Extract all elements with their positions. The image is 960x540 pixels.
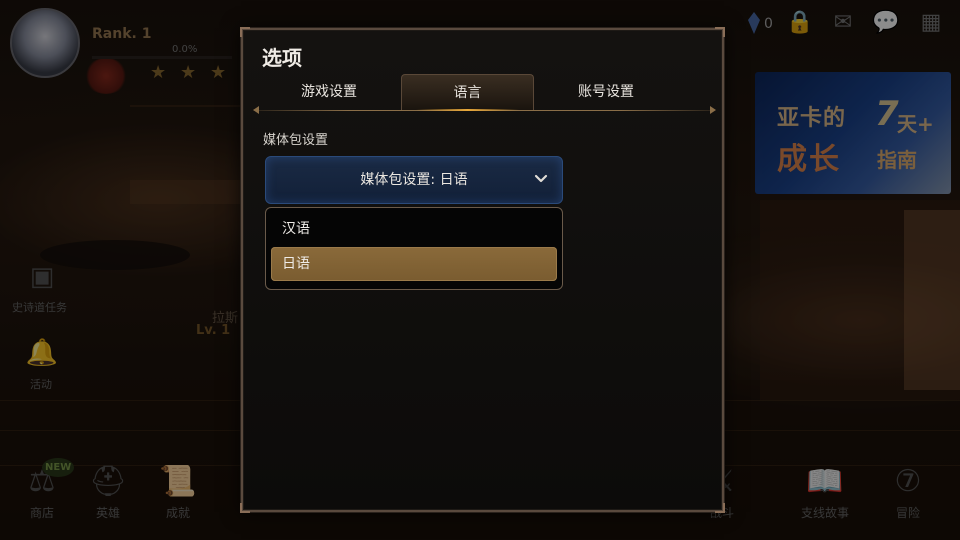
chevron-down-icon	[534, 174, 548, 183]
tab-account-settings[interactable]: 账号设置	[534, 74, 678, 110]
media-pack-dropdown[interactable]: 媒体包设置: 日语	[265, 156, 563, 204]
tab-language[interactable]: 语言	[401, 74, 534, 111]
modal-title: 选项	[262, 46, 302, 70]
media-pack-options-list: 汉语 日语	[265, 207, 563, 290]
media-pack-section-label: 媒体包设置	[263, 133, 329, 148]
dropdown-value: 媒体包设置: 日语	[360, 172, 468, 188]
frame-corner	[715, 503, 725, 513]
tab-game-settings[interactable]: 游戏设置	[257, 74, 401, 110]
frame-corner	[240, 27, 250, 37]
option-chinese[interactable]: 汉语	[271, 212, 557, 246]
divider-ornament	[710, 106, 716, 114]
options-modal: 选项 游戏设置 语言 账号设置 媒体包设置 媒体包设置: 日语 汉语 日语	[240, 27, 725, 513]
frame-corner	[715, 27, 725, 37]
options-tab-bar: 游戏设置 语言 账号设置	[253, 74, 716, 114]
frame-corner	[240, 503, 250, 513]
option-japanese-selected[interactable]: 日语	[271, 247, 557, 281]
